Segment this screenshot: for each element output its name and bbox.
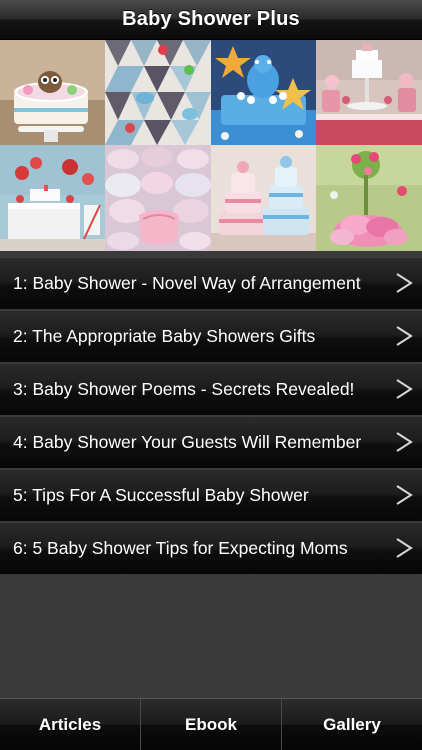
chevron-right-icon (394, 376, 414, 402)
article-row-5[interactable]: 5: Tips For A Successful Baby Shower (0, 469, 422, 521)
party-table-photo (0, 145, 105, 251)
app-title: Baby Shower Plus (122, 8, 300, 30)
photo-collage (0, 40, 422, 251)
article-row-6[interactable]: 6: 5 Baby Shower Tips for Expecting Moms (0, 522, 422, 574)
article-title: 6: 5 Baby Shower Tips for Expecting Moms (13, 538, 348, 558)
article-row-1[interactable]: 1: Baby Shower - Novel Way of Arrangemen… (0, 257, 422, 309)
chevron-right-icon (394, 429, 414, 455)
chevron-right-icon (394, 323, 414, 349)
tab-articles[interactable]: Articles (0, 699, 141, 750)
article-list: 1: Baby Shower - Novel Way of Arrangemen… (0, 257, 422, 575)
tab-ebook[interactable]: Ebook (141, 699, 282, 750)
bottom-tab-bar: Articles Ebook Gallery (0, 698, 422, 750)
diaper-booties-photo (105, 145, 211, 251)
argyle-cookies-photo (105, 40, 211, 145)
pink-dessert-table-photo (316, 40, 422, 145)
tab-gallery[interactable]: Gallery (282, 699, 422, 750)
chevron-right-icon (394, 482, 414, 508)
flower-centerpiece-photo (316, 145, 422, 251)
article-title: 5: Tips For A Successful Baby Shower (13, 485, 309, 505)
app-screen: Baby Shower Plus 1: Baby Shower - Novel … (0, 0, 422, 750)
article-row-3[interactable]: 3: Baby Shower Poems - Secrets Revealed! (0, 363, 422, 415)
navigation-bar: Baby Shower Plus (0, 0, 422, 40)
owl-cake-photo (0, 40, 105, 145)
article-title: 4: Baby Shower Your Guests Will Remember (13, 432, 362, 452)
article-row-4[interactable]: 4: Baby Shower Your Guests Will Remember (0, 416, 422, 468)
article-row-2[interactable]: 2: The Appropriate Baby Showers Gifts (0, 310, 422, 362)
chevron-right-icon (394, 535, 414, 561)
blue-star-cake-photo (211, 40, 316, 145)
article-title: 3: Baby Shower Poems - Secrets Revealed! (13, 379, 355, 399)
chevron-right-icon (394, 270, 414, 296)
diaper-cake-photo (211, 145, 316, 251)
article-title: 1: Baby Shower - Novel Way of Arrangemen… (13, 273, 361, 293)
article-title: 2: The Appropriate Baby Showers Gifts (13, 326, 316, 346)
